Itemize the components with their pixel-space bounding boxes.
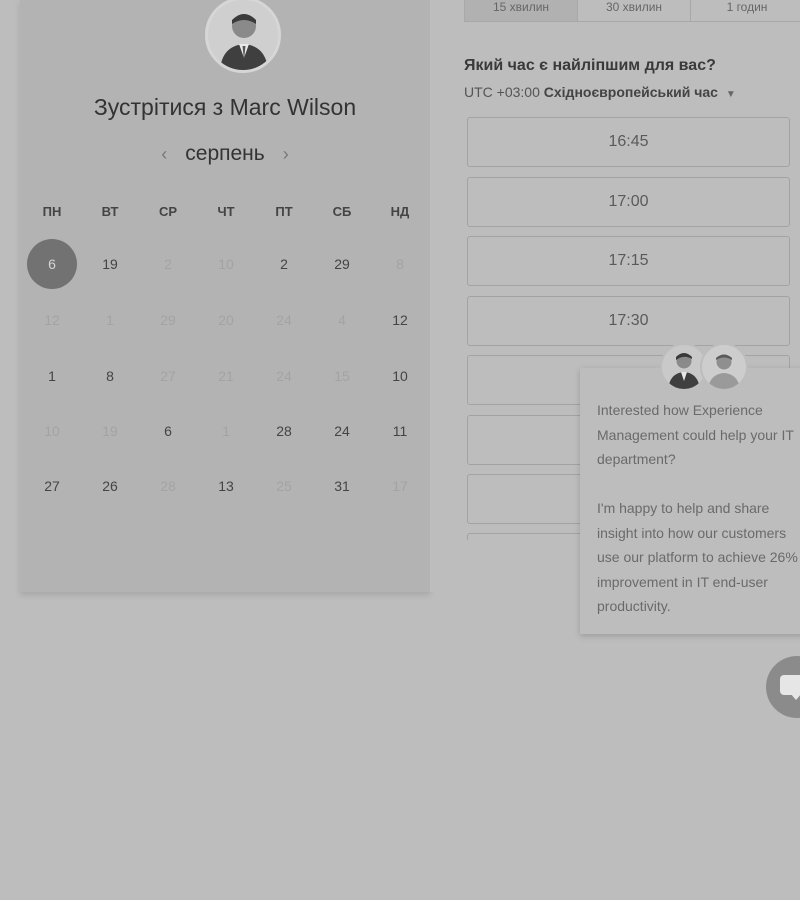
weekday-thu: ЧТ [217, 204, 235, 219]
calendar-day: 10 [218, 256, 234, 272]
calendar-day[interactable]: 26 [85, 461, 135, 511]
weekday-sat: СБ [332, 204, 352, 219]
calendar-day: 1 [106, 312, 114, 328]
chat-agents [660, 343, 750, 393]
calendar-day: 25 [276, 478, 292, 494]
calendar-day[interactable]: 13 [201, 461, 251, 511]
calendar-day: 1 [222, 423, 230, 439]
calendar-day: 19 [102, 423, 118, 439]
weekday-tue: ВТ [101, 204, 119, 219]
calendar-day: 4 [338, 312, 346, 328]
calendar-day[interactable]: 6 [143, 406, 193, 456]
month-label: серпень [185, 142, 265, 165]
month-navigation: ‹ серпень › [20, 142, 430, 166]
tab-duration-30[interactable]: 30 хвилин [577, 0, 690, 21]
meeting-title: Зустрітися з Marc Wilson [20, 94, 430, 121]
chat-bubble-icon [780, 675, 800, 695]
calendar-day: 28 [160, 478, 176, 494]
chevron-right-icon[interactable]: › [279, 144, 293, 165]
calendar-day[interactable]: 10 [375, 351, 425, 401]
calendar-day: 24 [276, 368, 292, 384]
weekday-mon: ПН [42, 204, 62, 219]
calendar-day[interactable]: 28 [259, 406, 309, 456]
calendar-day[interactable]: 2 [259, 239, 309, 289]
calendar-day: 12 [44, 312, 60, 328]
calendar-day[interactable]: 27 [27, 461, 77, 511]
weekday-fri: ПТ [275, 204, 293, 219]
time-slot[interactable]: 17:15 [467, 236, 790, 286]
tab-duration-60[interactable]: 1 годин [690, 0, 800, 21]
person-avatar-icon [208, 0, 278, 70]
timezone-offset: UTC +03:00 [464, 84, 540, 100]
agent-avatar-icon [700, 343, 748, 391]
calendar-day[interactable]: 6 [27, 239, 77, 289]
weekday-wed: СР [158, 204, 178, 219]
chat-popup[interactable]: Interested how Experience Management cou… [580, 368, 800, 634]
timezone-name: Східноєвропейський час [543, 84, 718, 100]
calendar-day[interactable]: 29 [317, 239, 367, 289]
calendar-day: 10 [44, 423, 60, 439]
calendar-day: 15 [334, 368, 350, 384]
chevron-left-icon[interactable]: ‹ [157, 144, 171, 165]
calendar-week: 1 8 27 21 24 15 10 [20, 351, 430, 401]
calendar-day: 21 [218, 368, 234, 384]
weekday-sun: НД [390, 204, 410, 219]
timezone-selector[interactable]: UTC +03:00 Східноєвропейський час ▼ [464, 84, 736, 100]
duration-tabs: 15 хвилин 30 хвилин 1 годин [464, 0, 800, 22]
calendar-day[interactable]: 24 [317, 406, 367, 456]
calendar-day: 20 [218, 312, 234, 328]
calendar-day: 2 [164, 256, 172, 272]
calendar-day[interactable]: 1 [27, 351, 77, 401]
time-slot[interactable]: 16:45 [467, 117, 790, 167]
calendar-day: 29 [160, 312, 176, 328]
calendar-day[interactable]: 12 [375, 295, 425, 345]
calendar-card: Зустрітися з Marc Wilson ‹ серпень › ПН … [20, 0, 430, 592]
calendar-week: 12 1 29 20 24 4 12 [20, 295, 430, 345]
time-slot[interactable]: 17:00 [467, 177, 790, 227]
meeting-title-prefix: Зустрітися з [93, 94, 224, 120]
chat-message: Interested how Experience Management cou… [597, 402, 798, 614]
calendar-week: 10 19 6 1 28 24 11 [20, 406, 430, 456]
calendar-week: 27 26 28 13 25 31 17 [20, 461, 430, 511]
calendar-day: 27 [160, 368, 176, 384]
chat-launcher-button[interactable] [766, 656, 800, 718]
time-slot[interactable]: 17:30 [467, 296, 790, 346]
calendar-day[interactable]: 11 [375, 406, 425, 456]
calendar-day[interactable]: 19 [85, 239, 135, 289]
host-avatar [205, 0, 281, 73]
calendar-day: 8 [396, 256, 404, 272]
calendar-day[interactable]: 31 [317, 461, 367, 511]
tab-duration-15[interactable]: 15 хвилин [465, 0, 577, 21]
calendar-day: 24 [276, 312, 292, 328]
calendar-week: 6 19 2 10 2 29 8 [20, 239, 430, 289]
chat-bubble-tail [790, 693, 800, 700]
caret-down-icon: ▼ [725, 89, 736, 100]
calendar-day[interactable]: 8 [85, 351, 135, 401]
slots-question: Який час є найліпшим для вас? [464, 57, 716, 74]
host-name: Marc Wilson [229, 94, 357, 120]
calendar-day: 17 [392, 478, 408, 494]
weekday-header: ПН ВТ СР ЧТ ПТ СБ НД [20, 204, 430, 219]
